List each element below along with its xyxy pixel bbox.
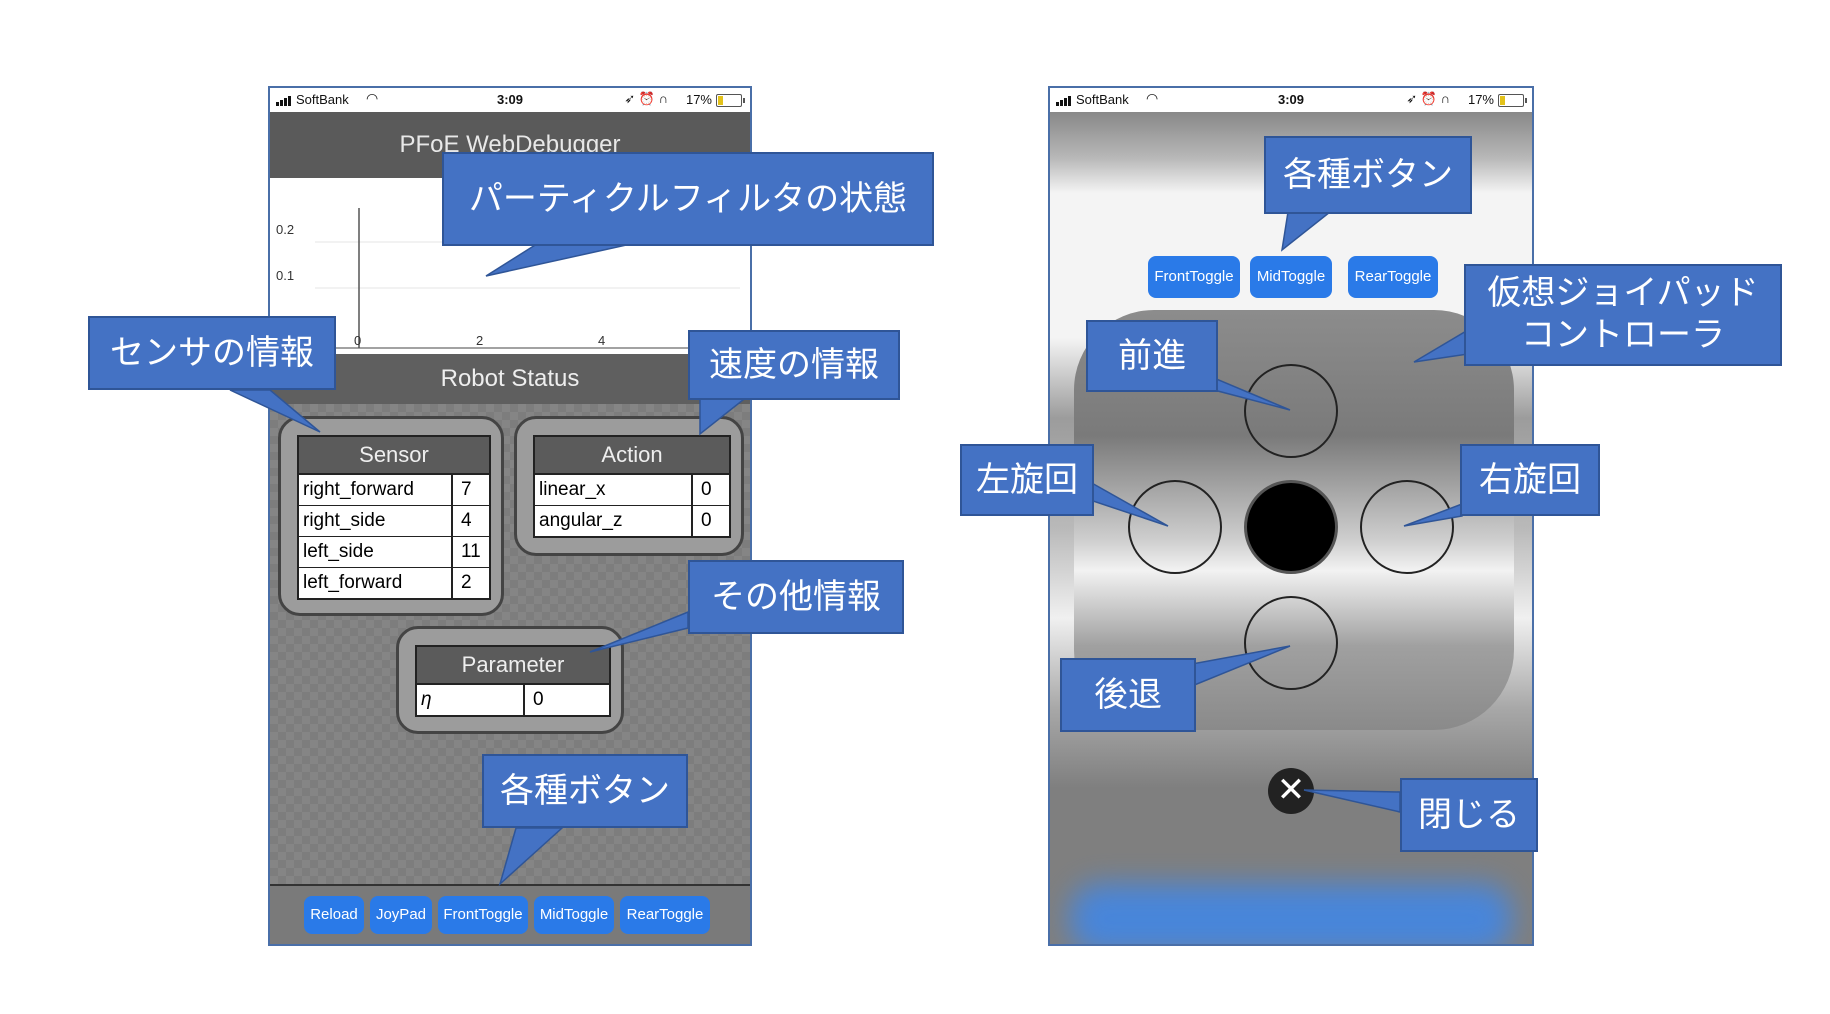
action-panel: Action linear_x 0 angular_z 0 <box>514 416 744 556</box>
callout-particle-filter: パーティクルフィルタの状態 <box>442 152 934 246</box>
location-alarm-headphone-icons: ➶ ⏰ ∩ <box>624 91 668 106</box>
callout-joypad-line1: 仮想ジョイパッド <box>1487 273 1759 313</box>
joypad-backward-button[interactable] <box>1244 596 1338 690</box>
action-key: linear_x <box>535 475 693 505</box>
clock-time: 3:09 <box>496 92 524 107</box>
bottom-toolbar: Reload JoyPad FrontToggle MidToggle Rear… <box>270 884 750 944</box>
sensor-value: 2 <box>461 572 472 593</box>
callout-virtual-joypad: 仮想ジョイパッド コントローラ <box>1464 264 1782 366</box>
close-button[interactable]: ✕ <box>1268 768 1314 814</box>
status-bar: SoftBank ◠ 3:09 ➶ ⏰ ∩ 17% <box>1050 88 1532 112</box>
x-tick-label: 0 <box>354 333 362 348</box>
rear-toggle-button[interactable]: RearToggle <box>620 896 710 934</box>
callout-turn-left: 左旋回 <box>960 444 1094 516</box>
battery-percent: 17% <box>685 92 712 107</box>
joypad-stick[interactable] <box>1244 480 1338 574</box>
sensor-header: Sensor <box>299 437 489 475</box>
action-value: 0 <box>701 510 712 531</box>
action-value: 0 <box>701 479 712 500</box>
callout-sensor-info: センサの情報 <box>88 316 336 390</box>
battery-icon <box>1498 94 1527 107</box>
callout-speed-info: 速度の情報 <box>688 330 900 400</box>
action-table: Action linear_x 0 angular_z 0 <box>533 435 731 538</box>
battery-icon <box>716 94 745 107</box>
mid-toggle-button[interactable]: MidToggle <box>534 896 614 934</box>
callout-turn-right: 右旋回 <box>1460 444 1600 516</box>
sensor-key: right_side <box>299 506 453 536</box>
x-tick-label: 4 <box>598 333 606 348</box>
table-row: linear_x 0 <box>535 475 729 506</box>
sensor-key: left_side <box>299 537 453 567</box>
sensor-value: 11 <box>461 541 481 562</box>
clock-time: 3:09 <box>1277 92 1305 107</box>
callout-joypad-line2: コントローラ <box>1521 315 1725 355</box>
rear-toggle-button[interactable]: RearToggle <box>1348 256 1438 298</box>
sensor-key: right_forward <box>299 475 453 505</box>
y-tick-label: 0.1 <box>276 268 295 283</box>
parameter-panel: Parameter η0 <box>396 626 624 734</box>
location-alarm-headphone-icons: ➶ ⏰ ∩ <box>1406 91 1450 106</box>
robot-status-title: Robot Status <box>270 354 750 404</box>
action-header: Action <box>535 437 729 475</box>
parameter-key: η <box>417 685 525 715</box>
callout-buttons-right: 各種ボタン <box>1264 136 1472 214</box>
sensor-value: 4 <box>461 510 472 531</box>
bottom-glow <box>1070 884 1512 944</box>
table-row: η0 <box>417 685 609 715</box>
reload-button[interactable]: Reload <box>304 896 364 934</box>
status-bar: SoftBank ◠ 3:09 ➶ ⏰ ∩ 17% <box>270 88 750 112</box>
table-row: right_side 4 <box>299 506 489 537</box>
joypad-right-button[interactable] <box>1360 480 1454 574</box>
parameter-table: Parameter η0 <box>415 645 611 717</box>
battery-percent: 17% <box>1467 92 1494 107</box>
joypad-left-button[interactable] <box>1128 480 1222 574</box>
table-row: left_side 11 <box>299 537 489 568</box>
mid-toggle-button[interactable]: MidToggle <box>1250 256 1332 298</box>
sensor-table: Sensor right_forward 7 right_side 4 left_s… <box>297 435 491 600</box>
parameter-header: Parameter <box>417 647 609 685</box>
joypad-forward-button[interactable] <box>1244 364 1338 458</box>
joypad-button[interactable]: JoyPad <box>370 896 432 934</box>
callout-forward: 前進 <box>1086 320 1218 392</box>
y-tick-label: 0.2 <box>276 222 295 237</box>
front-toggle-button[interactable]: FrontToggle <box>438 896 528 934</box>
front-toggle-button[interactable]: FrontToggle <box>1148 256 1240 298</box>
sensor-key: left_forward <box>299 568 453 598</box>
callout-buttons-left: 各種ボタン <box>482 754 688 828</box>
parameter-value: 0 <box>533 689 544 710</box>
table-row: left_forward 2 <box>299 568 489 598</box>
callout-close: 閉じる <box>1400 778 1538 852</box>
callout-other-info: その他情報 <box>688 560 904 634</box>
table-row: angular_z 0 <box>535 506 729 536</box>
callout-backward: 後退 <box>1060 658 1196 732</box>
table-row: right_forward 7 <box>299 475 489 506</box>
sensor-value: 7 <box>461 479 472 500</box>
sensor-panel: Sensor right_forward 7 right_side 4 left_s… <box>278 416 504 616</box>
action-key: angular_z <box>535 506 693 536</box>
x-tick-label: 2 <box>476 333 484 348</box>
